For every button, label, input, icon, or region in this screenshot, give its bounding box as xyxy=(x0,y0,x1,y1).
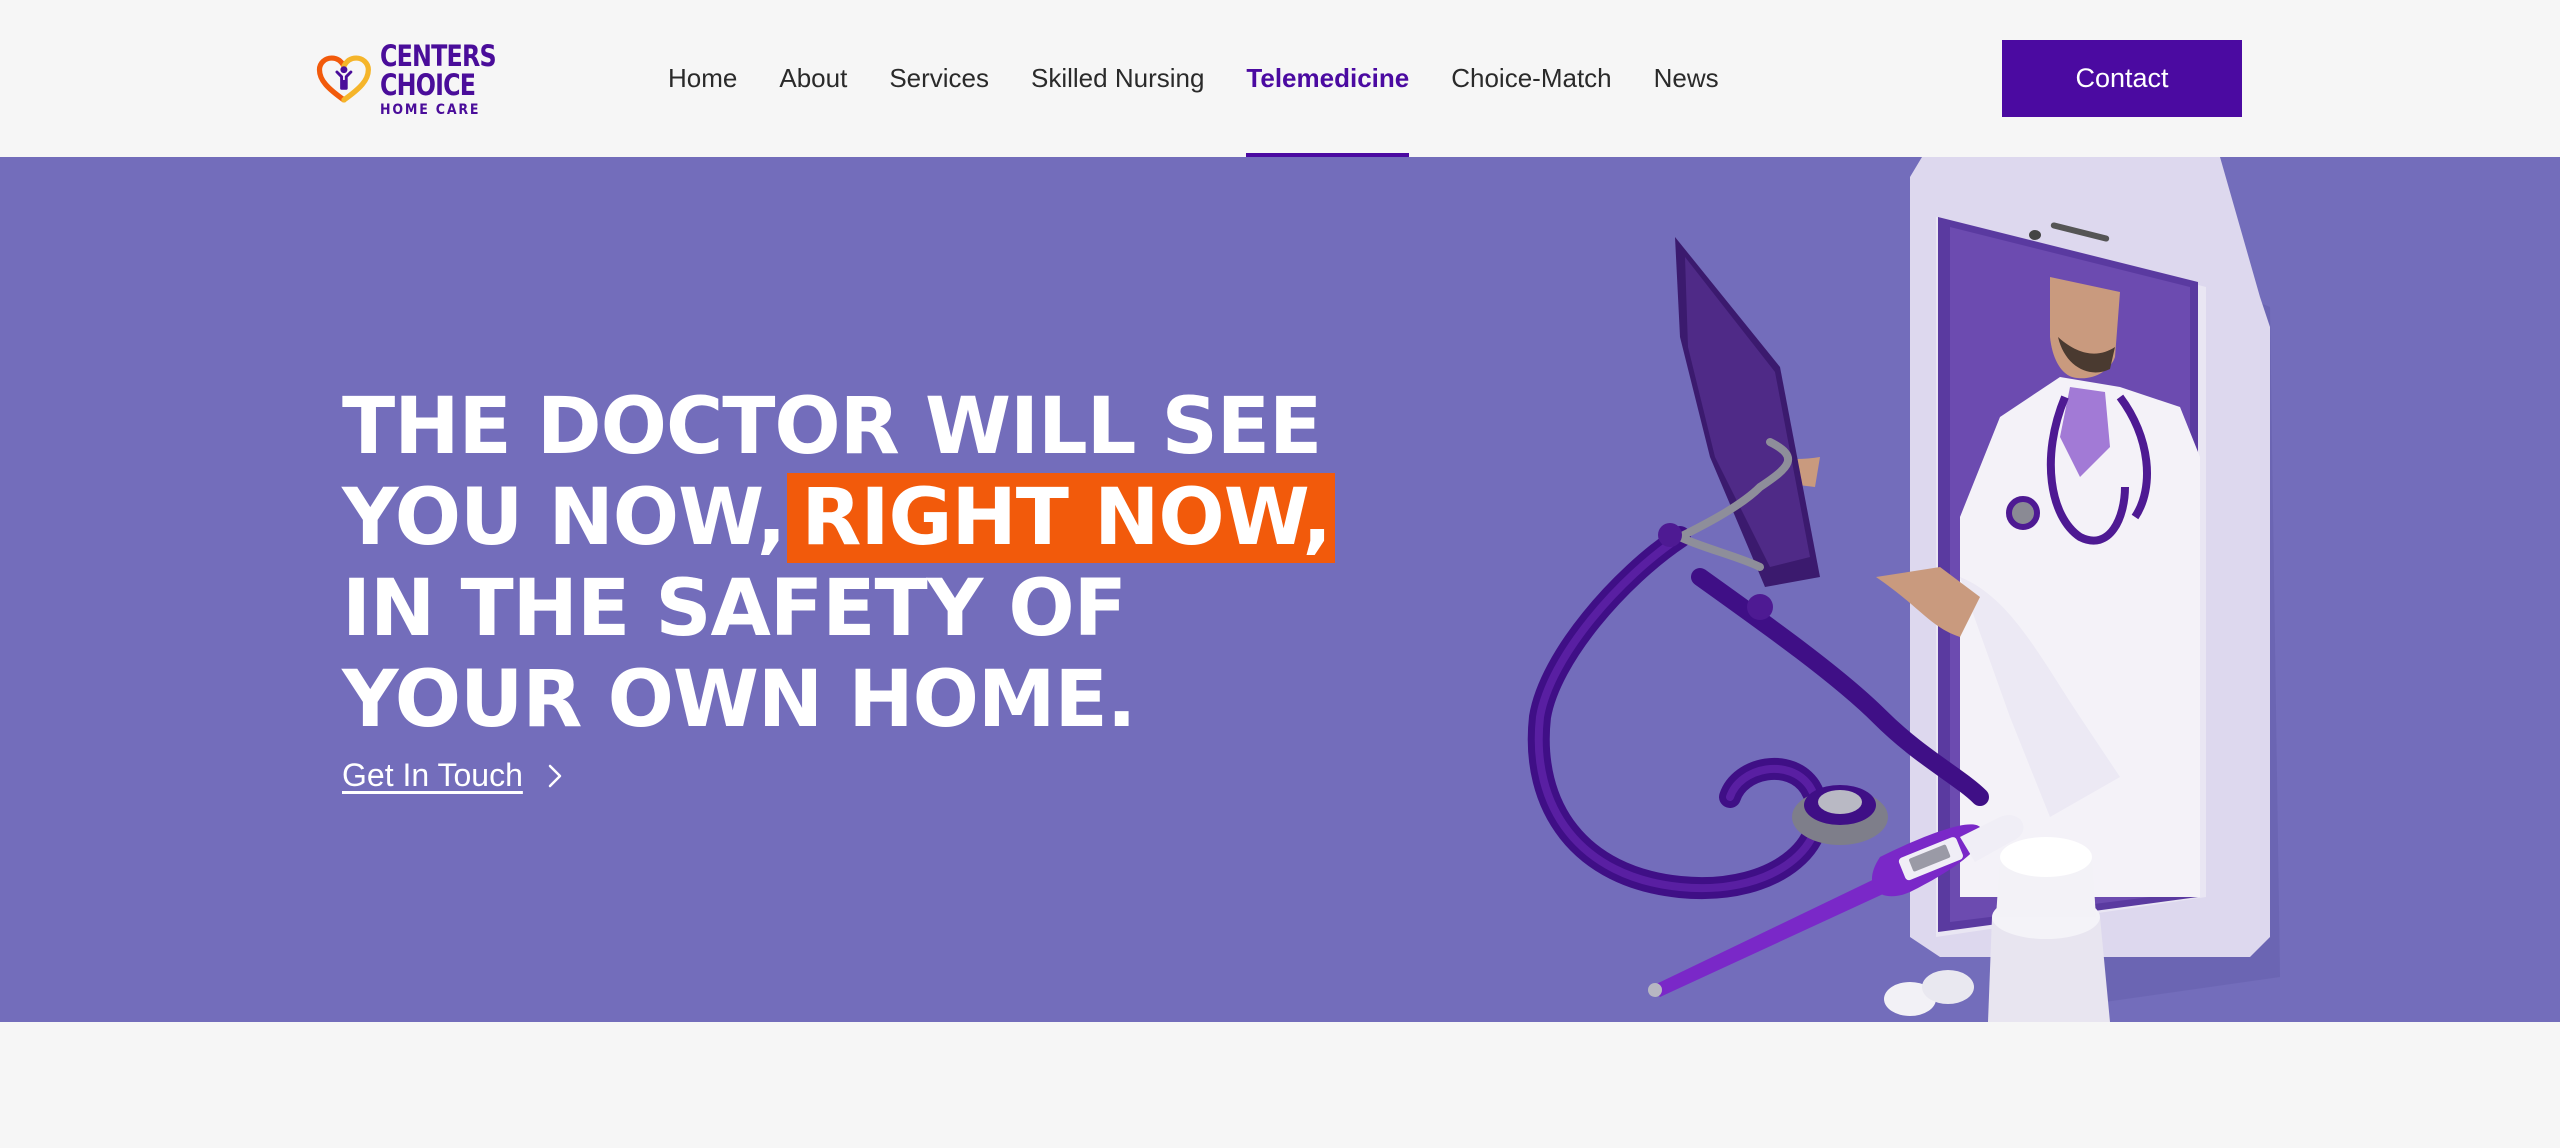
main-nav: Home About Services Skilled Nursing Tele… xyxy=(668,0,1761,157)
nav-item-telemedicine[interactable]: Telemedicine xyxy=(1246,0,1409,157)
contact-button[interactable]: Contact xyxy=(2002,40,2242,117)
site-header: CENTERS CHOICE HOME CARE Home About Serv… xyxy=(0,0,2560,157)
nav-item-skilled-nursing[interactable]: Skilled Nursing xyxy=(1031,0,1204,157)
logo-line-1: CENTERS xyxy=(379,38,497,73)
nav-item-news[interactable]: News xyxy=(1654,0,1719,157)
logo[interactable]: CENTERS CHOICE HOME CARE xyxy=(316,36,521,122)
chevron-right-icon xyxy=(548,764,562,787)
heart-logo-icon xyxy=(316,55,371,103)
hero-line-2: YOU NOW, RIGHT NOW, xyxy=(342,473,1336,564)
pill-2 xyxy=(1922,970,1974,1004)
get-in-touch-label: Get In Touch xyxy=(342,757,523,793)
logo-line-2: CHOICE xyxy=(379,67,476,102)
telemedicine-illustration xyxy=(1527,157,2280,1022)
logo-wordmark: CENTERS CHOICE HOME CARE xyxy=(379,38,521,118)
hero-line-2-plain: YOU NOW, xyxy=(342,473,786,563)
logo-line-3: HOME CARE xyxy=(379,101,481,118)
hero-headline: THE DOCTOR WILL SEE YOU NOW, RIGHT NOW, I… xyxy=(342,382,1336,746)
page-bottom-area xyxy=(0,1022,2560,1148)
nav-item-choice-match[interactable]: Choice-Match xyxy=(1451,0,1611,157)
nav-item-home[interactable]: Home xyxy=(668,0,737,157)
hero-banner: THE DOCTOR WILL SEE YOU NOW, RIGHT NOW, I… xyxy=(0,157,2560,1022)
hero-line-4: YOUR OWN HOME. xyxy=(342,655,1136,745)
get-in-touch-link[interactable]: Get In Touch xyxy=(342,757,563,794)
nav-item-services[interactable]: Services xyxy=(889,0,989,157)
pill-bottle xyxy=(1988,837,2110,1022)
hero-highlight: RIGHT NOW, xyxy=(787,473,1336,563)
nav-item-about[interactable]: About xyxy=(779,0,847,157)
hero-line-3: IN THE SAFETY OF xyxy=(342,564,1127,654)
hero-line-1: THE DOCTOR WILL SEE xyxy=(342,382,1322,472)
